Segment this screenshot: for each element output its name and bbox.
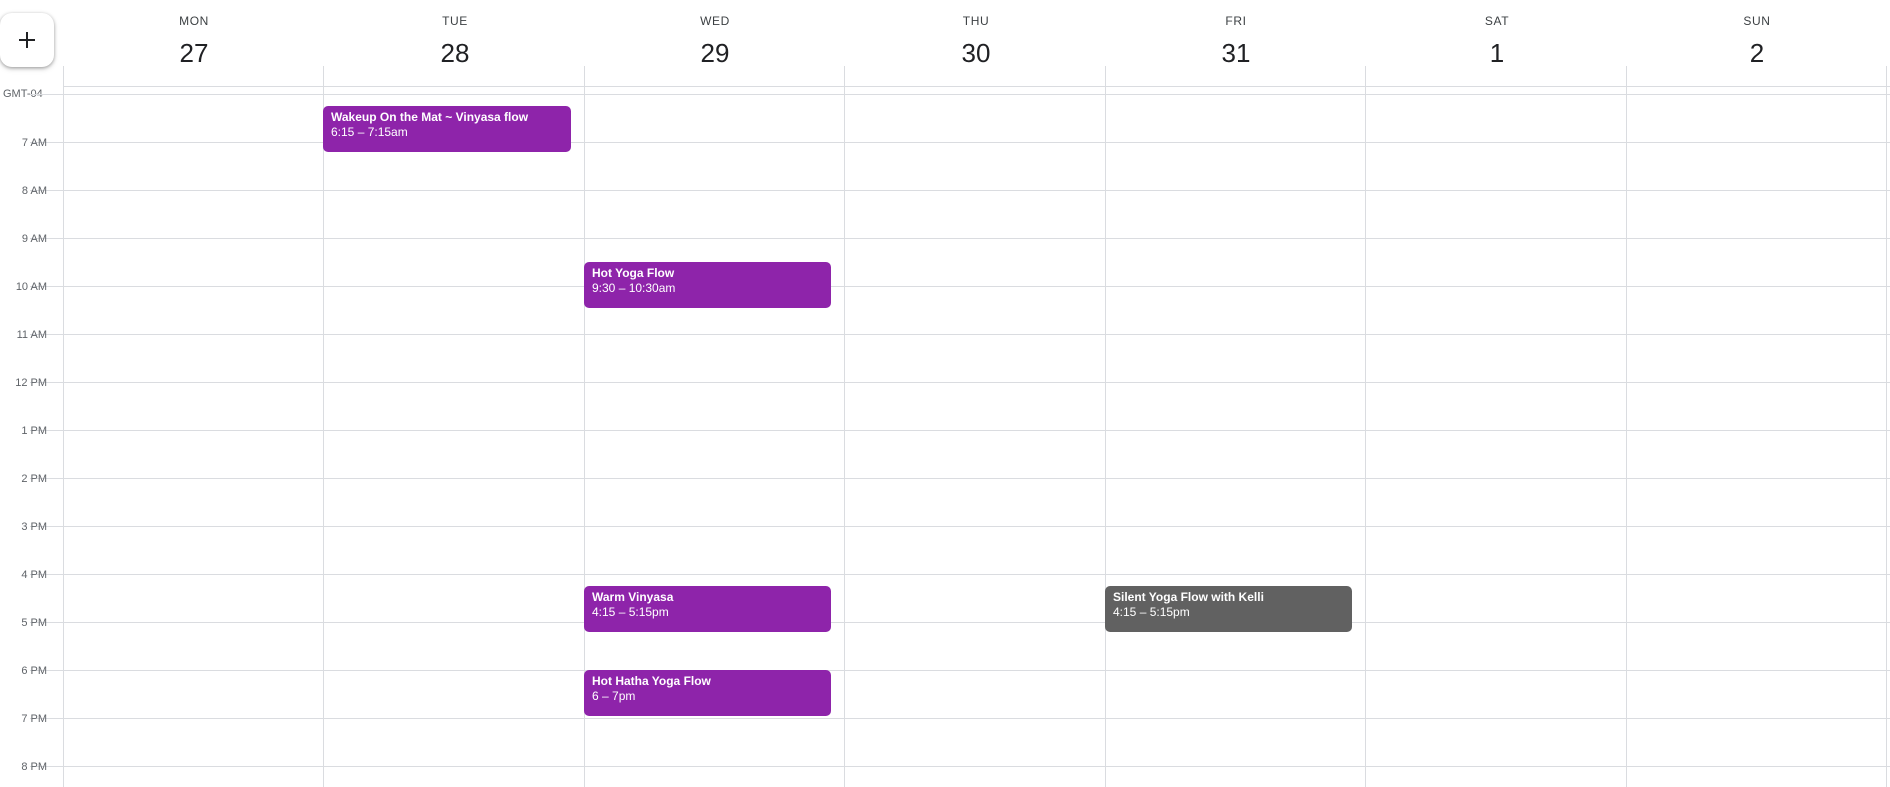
day-number[interactable]: 2 bbox=[1627, 38, 1887, 69]
hour-label: 9 AM bbox=[21, 233, 47, 245]
hour-label: 11 AM bbox=[16, 329, 47, 341]
hour-label: 10 AM bbox=[15, 281, 47, 293]
calendar-event[interactable]: Wakeup On the Mat ~ Vinyasa flow 6:15 – … bbox=[323, 106, 571, 152]
event-title: Hot Yoga Flow bbox=[592, 266, 675, 280]
hour-gridline bbox=[30, 286, 1890, 287]
hour-label: 6 PM bbox=[21, 665, 47, 677]
day-number[interactable]: 27 bbox=[64, 38, 324, 69]
hour-label: 2 PM bbox=[21, 473, 47, 485]
event-title: Hot Hatha Yoga Flow bbox=[592, 674, 711, 688]
event-time: 6 – 7pm bbox=[592, 689, 636, 703]
hour-label: 12 PM bbox=[15, 377, 47, 389]
hour-gridline bbox=[30, 526, 1890, 527]
hour-gridline bbox=[30, 574, 1890, 575]
hour-label: 8 AM bbox=[21, 185, 47, 197]
day-number[interactable]: 29 bbox=[585, 38, 845, 69]
hour-gridline bbox=[30, 382, 1890, 383]
day-of-week: MON bbox=[179, 14, 209, 28]
event-title: Silent Yoga Flow with Kelli bbox=[1113, 590, 1264, 604]
hour-gridline bbox=[30, 430, 1890, 431]
hour-label: 1 PM bbox=[21, 425, 47, 437]
hour-gridline bbox=[30, 670, 1890, 671]
calendar-event[interactable]: Hot Hatha Yoga Flow 6 – 7pm bbox=[584, 670, 831, 716]
day-of-week: FRI bbox=[1225, 14, 1247, 28]
day-of-week: SAT bbox=[1484, 14, 1510, 28]
day-of-week: SUN bbox=[1743, 14, 1771, 28]
create-event-button[interactable] bbox=[0, 13, 54, 67]
day-number[interactable]: 30 bbox=[846, 38, 1106, 69]
hour-label: 7 AM bbox=[21, 137, 47, 149]
day-of-week: TUE bbox=[442, 14, 468, 28]
hour-gridline bbox=[30, 94, 1890, 95]
calendar-event[interactable]: Hot Yoga Flow 9:30 – 10:30am bbox=[584, 262, 831, 308]
hour-gridline bbox=[30, 766, 1890, 767]
column-divider bbox=[323, 66, 324, 787]
event-time: 4:15 – 5:15pm bbox=[592, 605, 669, 619]
hour-gridline bbox=[30, 718, 1890, 719]
day-of-week: THU bbox=[962, 14, 990, 28]
calendar-event[interactable]: Silent Yoga Flow with Kelli 4:15 – 5:15p… bbox=[1105, 586, 1352, 632]
column-divider bbox=[1365, 66, 1366, 787]
event-time: 6:15 – 7:15am bbox=[331, 125, 408, 139]
hour-gridline bbox=[30, 238, 1890, 239]
day-number[interactable]: 31 bbox=[1106, 38, 1366, 69]
hour-label: 5 PM bbox=[21, 617, 47, 629]
column-divider bbox=[1626, 66, 1627, 787]
hour-gridline bbox=[30, 142, 1890, 143]
day-number[interactable]: 1 bbox=[1367, 38, 1627, 69]
column-divider bbox=[1105, 66, 1106, 787]
day-of-week: WED bbox=[700, 14, 730, 28]
hour-label: 8 PM bbox=[21, 761, 47, 773]
column-divider bbox=[1886, 66, 1887, 787]
header-divider bbox=[63, 86, 1890, 87]
hour-label: 7 PM bbox=[21, 713, 47, 725]
event-time: 4:15 – 5:15pm bbox=[1113, 605, 1190, 619]
column-divider bbox=[844, 66, 845, 787]
day-number[interactable]: 28 bbox=[325, 38, 585, 69]
week-calendar: MON 27 TUE 28 WED 29 THU 30 FRI 31 SAT 1… bbox=[0, 0, 1890, 787]
event-title: Wakeup On the Mat ~ Vinyasa flow bbox=[331, 110, 529, 124]
hour-gridline bbox=[30, 190, 1890, 191]
column-divider bbox=[63, 66, 64, 787]
hour-gridline bbox=[30, 622, 1890, 623]
event-time: 9:30 – 10:30am bbox=[592, 281, 676, 295]
hour-label: 3 PM bbox=[21, 521, 47, 533]
hour-gridline bbox=[30, 334, 1890, 335]
hour-gridline bbox=[30, 478, 1890, 479]
plus-icon bbox=[19, 32, 35, 48]
event-title: Warm Vinyasa bbox=[592, 590, 674, 604]
hour-label: 4 PM bbox=[21, 569, 47, 581]
calendar-event[interactable]: Warm Vinyasa 4:15 – 5:15pm bbox=[584, 586, 831, 632]
